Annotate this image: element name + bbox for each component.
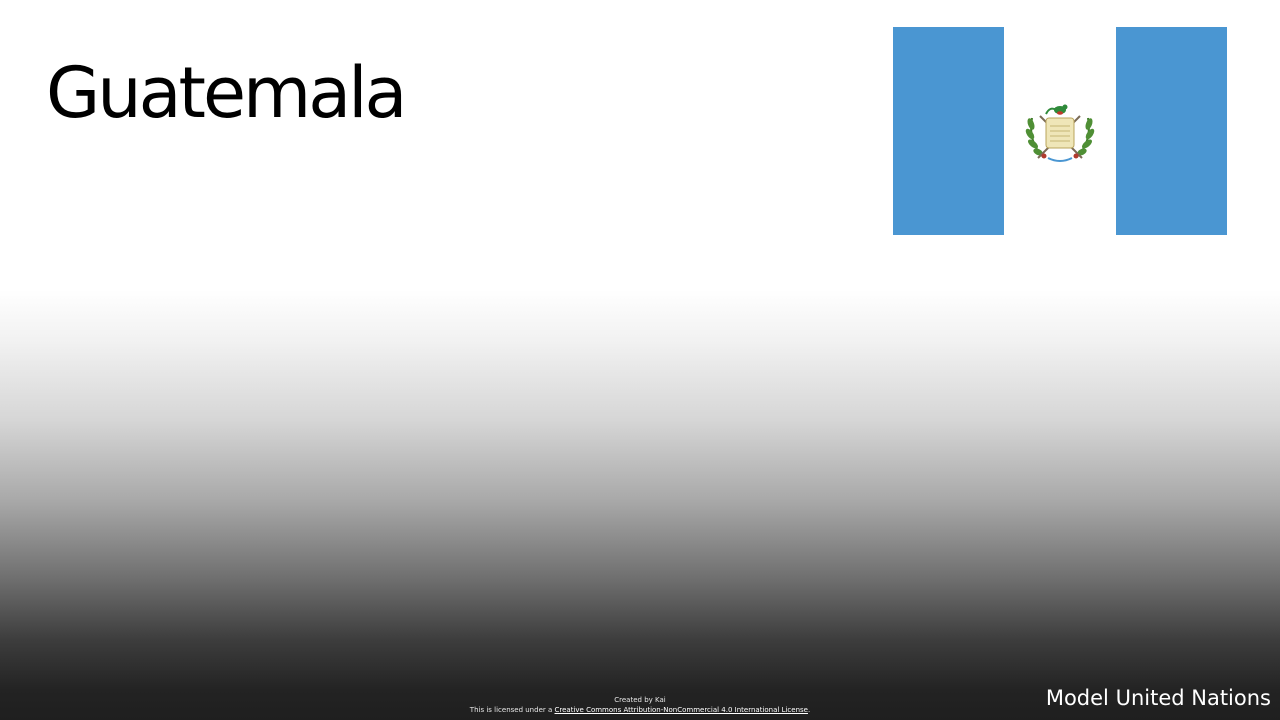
slide-title: Guatemala (46, 52, 407, 134)
flag-left-band (893, 27, 1004, 235)
flag-right-band (1116, 27, 1227, 235)
license-link[interactable]: Creative Commons Attribution-NonCommerci… (555, 706, 808, 714)
guatemala-flag (893, 27, 1227, 235)
license-line: This is licensed under a Creative Common… (440, 705, 840, 715)
brand-label: Model United Nations (1045, 686, 1271, 710)
license-prefix: This is licensed under a (469, 706, 555, 714)
license-suffix: . (807, 706, 811, 714)
license-notice: Created by Kai This is licensed under a … (440, 695, 840, 715)
coat-of-arms-icon (1025, 104, 1095, 162)
credit-line: Created by Kai (614, 696, 666, 704)
